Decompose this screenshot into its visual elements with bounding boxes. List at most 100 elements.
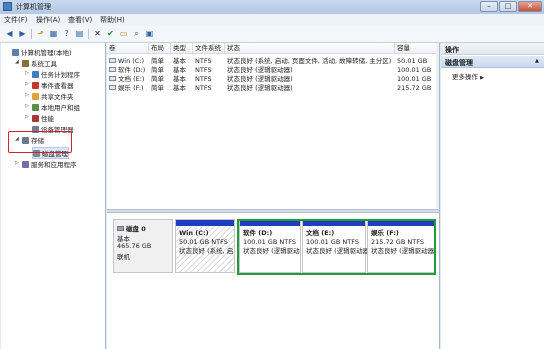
cell-status: 状态良好 (逻辑驱动器): [227, 66, 395, 75]
cell-text: 状态良好 (系统, 启动, 页面文件, 活动, 故障转储, 主分区): [227, 57, 392, 65]
cell-type: 基本: [173, 75, 193, 84]
window-title: 计算机管理: [16, 3, 51, 11]
tree-node[interactable]: 服务和应用程序: [22, 159, 77, 169]
table-row[interactable]: 娱乐 (F:) 简单 基本 NTFS 状态良好 (逻辑驱动器) 215.72 GB: [107, 84, 437, 93]
cell-text: 100.01 GB: [397, 66, 432, 74]
cell-layout: 简单: [151, 75, 171, 84]
collapsed-arrow-icon[interactable]: ▷: [25, 70, 29, 76]
menu-file[interactable]: 文件(F): [4, 15, 28, 25]
cell-capacity: 100.01 GB: [397, 66, 437, 75]
cell-layout: 简单: [151, 66, 171, 75]
volume-icon: [109, 76, 116, 81]
tree-node[interactable]: 本地用户和组: [32, 102, 80, 112]
cell-layout: 简单: [151, 57, 171, 66]
search-icon[interactable]: ⌕: [131, 28, 142, 39]
menu-help[interactable]: 帮助(H): [100, 15, 125, 25]
collapsed-arrow-icon[interactable]: ▷: [25, 103, 29, 109]
submenu-arrow-icon: ▶: [480, 75, 484, 81]
help-icon[interactable]: ?: [61, 28, 72, 39]
cell-layout: 简单: [151, 84, 171, 93]
actions-section-disk-management[interactable]: 磁盘管理 ▲: [441, 56, 544, 68]
column-header-filesystem[interactable]: 文件系统: [193, 43, 225, 54]
cell-type: 基本: [173, 57, 193, 66]
cell-text: Win (C:): [118, 57, 145, 65]
column-header-volume[interactable]: 卷: [107, 43, 149, 54]
settings-icon[interactable]: ▣: [144, 28, 155, 39]
column-header-capacity[interactable]: 容量: [395, 43, 437, 54]
column-header-layout[interactable]: 布局: [149, 43, 171, 54]
tree-node[interactable]: 系统工具: [22, 58, 57, 68]
disk-name: 磁盘 0: [126, 225, 146, 233]
cell-status: 状态良好 (逻辑驱动器): [227, 75, 395, 84]
collapsed-arrow-icon[interactable]: ▷: [15, 160, 19, 166]
tools-icon: [22, 60, 29, 67]
tree-node-label: 本地用户和组: [41, 104, 80, 112]
cell-text: 100.01 GB: [397, 75, 432, 83]
collapsed-arrow-icon[interactable]: ▷: [25, 114, 29, 120]
event-viewer-icon: [32, 82, 39, 89]
partition-c[interactable]: Win (C:) 50.01 GB NTFS 状态良好 (系统, 启: [175, 219, 235, 273]
disk-info[interactable]: 磁盘 0 基本 465.76 GB 联机: [113, 219, 173, 273]
vertical-scrollbar[interactable]: [436, 43, 439, 208]
cell-text: 状态良好 (逻辑驱动器): [227, 75, 293, 83]
table-row[interactable]: 软件 (D:) 简单 基本 NTFS 状态良好 (逻辑驱动器) 100.01 GB: [107, 66, 437, 75]
cell-type: 基本: [173, 66, 193, 75]
tree-node[interactable]: 事件查看器: [32, 80, 74, 90]
check-icon[interactable]: ✔: [105, 28, 116, 39]
table-row[interactable]: Win (C:) 简单 基本 NTFS 状态良好 (系统, 启动, 页面文件, 活动, …: [107, 57, 437, 66]
minimize-button[interactable]: –: [480, 1, 498, 12]
forward-icon[interactable]: ▶: [17, 28, 28, 39]
cell-text: 基本: [173, 57, 186, 65]
collapsed-arrow-icon[interactable]: ▷: [25, 81, 29, 87]
cell-text: 状态良好 (逻辑驱动器): [227, 84, 293, 92]
tree-node[interactable]: 任务计划程序: [32, 69, 80, 79]
column-header-type[interactable]: 类型: [171, 43, 193, 54]
storage-highlight-box: [8, 131, 72, 153]
cell-capacity: 50.01 GB: [397, 57, 437, 66]
properties-icon[interactable]: ▤: [74, 28, 85, 39]
tree-node[interactable]: 性能: [32, 113, 54, 123]
cell-text: 娱乐 (F:): [118, 84, 144, 92]
more-actions-label: 更多操作: [452, 73, 478, 81]
table-row[interactable]: 文档 (E:) 简单 基本 NTFS 状态良好 (逻辑驱动器) 100.01 GB: [107, 75, 437, 84]
back-icon[interactable]: ◀: [4, 28, 15, 39]
tree-node-label: 系统工具: [31, 60, 57, 68]
clock-icon: [32, 71, 39, 78]
expanded-arrow-icon[interactable]: ◢: [15, 59, 19, 65]
maximize-button[interactable]: □: [499, 1, 517, 12]
cell-text: 简单: [151, 66, 164, 74]
tree-node-label: 共享文件夹: [41, 93, 74, 101]
disk-icon: [117, 226, 124, 231]
collapsed-arrow-icon[interactable]: ▷: [25, 92, 29, 98]
tree-node[interactable]: 共享文件夹: [32, 91, 74, 101]
logical-drives-highlight-box: [237, 219, 436, 275]
more-actions-link[interactable]: 更多操作 ▶: [452, 71, 484, 81]
column-header-status[interactable]: 状态: [225, 43, 395, 54]
pane-splitter[interactable]: [107, 209, 439, 213]
cell-capacity: 100.01 GB: [397, 75, 437, 84]
menu-view[interactable]: 查看(V): [68, 15, 92, 25]
tree-icon[interactable]: ▦: [48, 28, 59, 39]
up-icon[interactable]: ⬏: [35, 28, 46, 39]
delete-icon[interactable]: ✕: [92, 28, 103, 39]
cell-text: NTFS: [195, 75, 212, 83]
toolbar-separator: [88, 29, 89, 39]
partition-text: Win (C:) 50.01 GB NTFS 状态良好 (系统, 启: [179, 229, 233, 256]
close-button[interactable]: ✕: [518, 1, 542, 12]
tree-node-label: 性能: [41, 115, 54, 123]
cell-vol: 娱乐 (F:): [109, 84, 149, 93]
tree-node-label: 任务计划程序: [41, 71, 80, 79]
app-icon: [3, 2, 12, 11]
disk-state: 联机: [117, 253, 130, 261]
actions-title: 操作: [445, 46, 459, 54]
partition-size: 50.01 GB NTFS: [179, 238, 228, 246]
collapse-icon[interactable]: ▲: [535, 58, 539, 64]
cell-vol: 文档 (E:): [109, 75, 149, 84]
cell-status: 状态良好 (逻辑驱动器): [227, 84, 395, 93]
folder-icon: [32, 93, 39, 100]
open-icon[interactable]: ▭: [118, 28, 129, 39]
users-icon: [32, 104, 39, 111]
cell-text: NTFS: [195, 57, 212, 65]
tree-node[interactable]: 计算机管理(本地): [12, 47, 72, 57]
menu-action[interactable]: 操作(A): [36, 15, 60, 25]
